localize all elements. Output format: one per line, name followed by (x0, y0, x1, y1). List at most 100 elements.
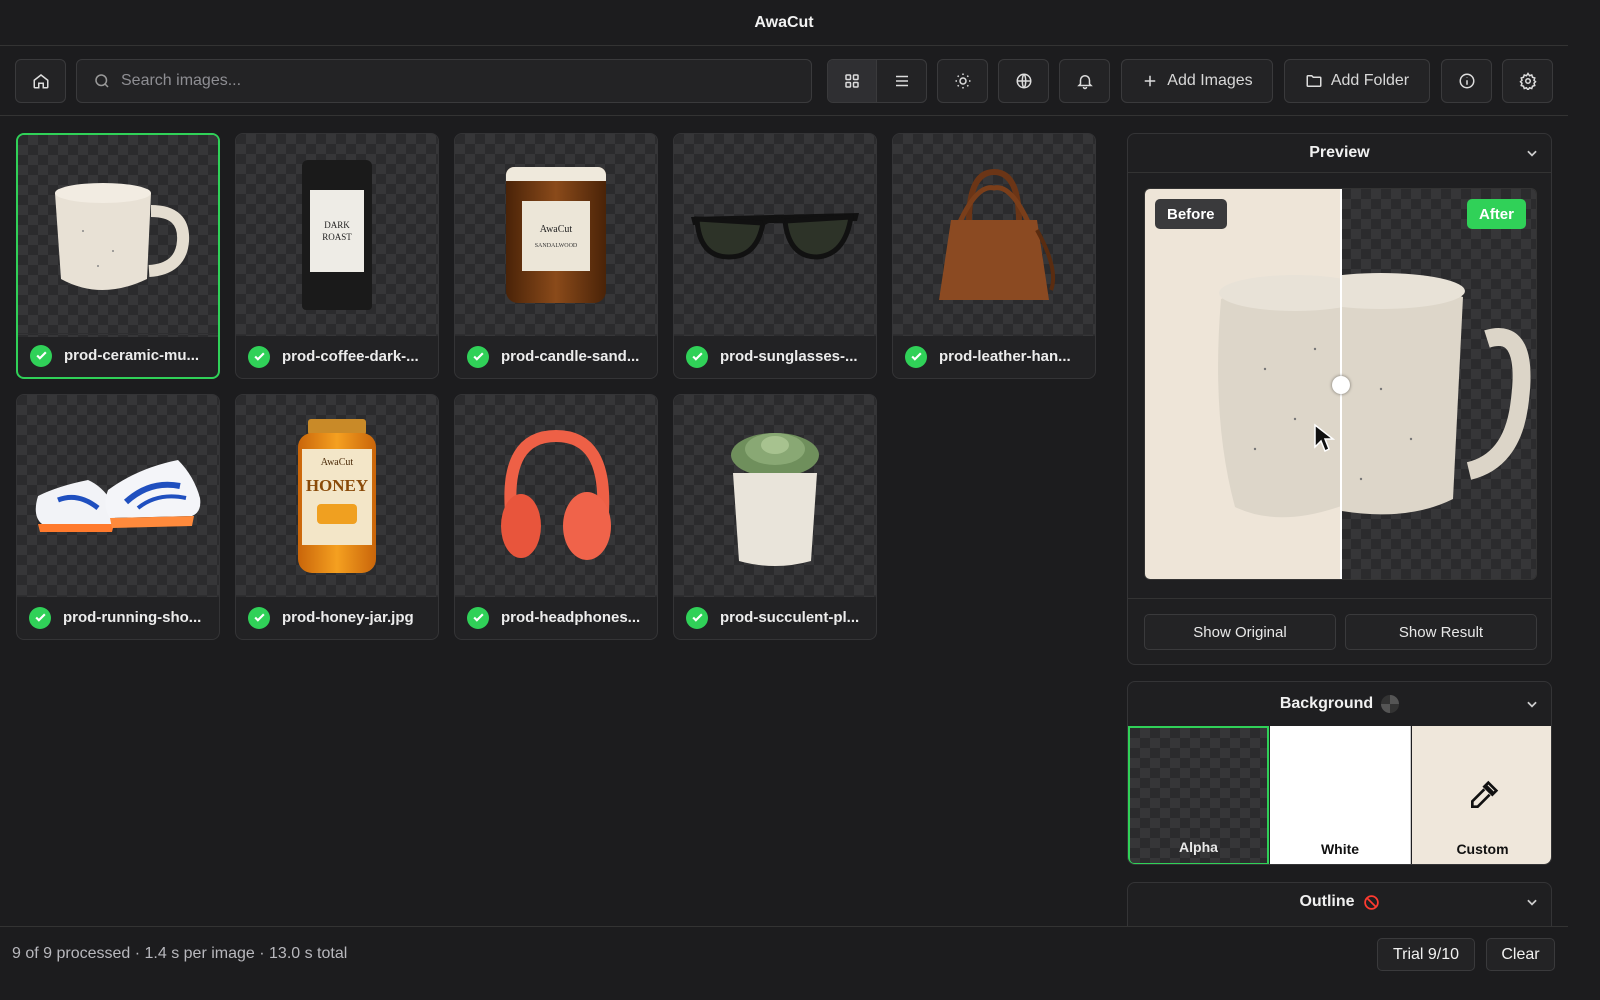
mug-image (55, 183, 190, 290)
globe-icon (1016, 73, 1031, 89)
plus-icon (1145, 75, 1156, 87)
grid-view-icon (845, 74, 859, 88)
split-handle[interactable] (1332, 376, 1350, 394)
file-name: prod-sunglasses-... (720, 348, 858, 365)
candle-scent-text: SANDALWOOD (534, 242, 578, 249)
file-name: prod-candle-sand... (501, 348, 640, 365)
background-option-white[interactable]: White (1270, 726, 1411, 864)
search-input[interactable] (121, 72, 801, 90)
image-thumbnail: AwaCut SANDALWOOD (455, 134, 657, 336)
search-bar[interactable] (76, 59, 812, 103)
file-name: prod-running-sho... (63, 609, 202, 626)
image-thumbnail (893, 134, 1095, 336)
check-icon (248, 345, 270, 368)
home-icon (33, 74, 48, 89)
file-name: prod-headphones... (501, 609, 641, 626)
succulent-image (731, 433, 819, 566)
notifications-button[interactable] (1059, 59, 1110, 103)
image-card[interactable]: prod-running-sho... (16, 394, 220, 640)
list-view-button[interactable] (877, 60, 926, 102)
option-label: Custom (1456, 841, 1509, 857)
image-thumbnail (674, 395, 876, 597)
background-header[interactable]: Background (1128, 682, 1551, 726)
file-name: prod-coffee-dark-... (282, 348, 419, 365)
before-after-compare[interactable]: Before After (1144, 188, 1537, 580)
candle-brand-text: AwaCut (539, 223, 573, 235)
preview-panel: Preview Before After Show Original Show … (1127, 133, 1552, 665)
file-name: prod-ceramic-mu... (64, 347, 200, 364)
cursor-icon (1314, 423, 1335, 453)
check-icon (248, 606, 270, 629)
option-label: Alpha (1179, 839, 1218, 855)
preview-header[interactable]: Preview (1128, 134, 1551, 172)
add-folder-label: Add Folder (1330, 72, 1410, 89)
handbag-image (939, 168, 1056, 300)
outline-header[interactable]: Outline (1128, 883, 1551, 921)
chevron-down-icon (1527, 899, 1537, 906)
transparency-icon (1381, 695, 1400, 713)
before-image (1145, 189, 1341, 579)
add-folder-button[interactable]: Add Folder (1284, 59, 1430, 103)
check-icon (686, 345, 708, 368)
file-name: prod-honey-jar.jpg (282, 609, 414, 626)
outline-title: Outline (1299, 893, 1355, 910)
honey-brand-text: AwaCut (320, 457, 354, 468)
image-thumbnail (674, 134, 876, 336)
home-button[interactable] (15, 59, 66, 103)
info-icon (1459, 73, 1474, 89)
image-card[interactable]: prod-ceramic-mu... (16, 133, 220, 379)
honey-jar-image: AwaCut HONEY (294, 419, 380, 573)
processing-summary: 9 of 9 processed · 1.4 s per image · 13.… (12, 945, 348, 962)
info-button[interactable] (1441, 59, 1492, 103)
add-images-button[interactable]: Add Images (1121, 59, 1273, 103)
view-toggle (827, 59, 927, 103)
check-icon (467, 345, 489, 368)
show-result-button[interactable]: Show Result (1345, 614, 1537, 650)
brightness-icon (955, 73, 970, 89)
trial-button[interactable]: Trial 9/10 (1377, 938, 1475, 971)
image-card[interactable]: prod-succulent-pl... (673, 394, 877, 640)
option-label: White (1320, 841, 1360, 857)
candle-image: AwaCut SANDALWOOD (506, 167, 606, 303)
clear-button[interactable]: Clear (1486, 938, 1555, 971)
background-option-alpha[interactable]: Alpha (1128, 726, 1269, 864)
background-option-custom[interactable]: Custom (1412, 726, 1551, 864)
before-badge: Before (1155, 199, 1227, 229)
background-panel: Background Alpha White Custom (1127, 681, 1552, 865)
status-bar: 9 of 9 processed · 1.4 s per image · 13.… (0, 926, 1568, 980)
image-thumbnail: DARK ROAST (236, 134, 438, 336)
image-thumbnail: AwaCut HONEY (236, 395, 438, 597)
background-title: Background (1279, 695, 1374, 712)
chevron-down-icon (1527, 150, 1537, 157)
running-shoes-image (35, 460, 201, 532)
language-button[interactable] (998, 59, 1049, 103)
image-card[interactable]: AwaCut SANDALWOOD prod-candle-sand... (454, 133, 658, 379)
grid-view-button[interactable] (828, 60, 877, 102)
image-card[interactable]: AwaCut HONEY prod-honey-jar.jpg (235, 394, 439, 640)
image-card[interactable]: DARK ROAST prod-coffee-dark-... (235, 133, 439, 379)
check-icon (29, 606, 51, 629)
check-icon (30, 344, 52, 367)
bell-icon (1076, 75, 1093, 90)
headphones-image (501, 429, 611, 560)
check-icon (905, 345, 927, 368)
image-card[interactable]: prod-headphones... (454, 394, 658, 640)
check-icon (686, 606, 708, 629)
after-image (1341, 189, 1536, 579)
gear-icon (1518, 72, 1537, 90)
settings-button[interactable] (1502, 59, 1553, 103)
image-card[interactable]: prod-sunglasses-... (673, 133, 877, 379)
image-thumbnail (455, 395, 657, 597)
disabled-icon (1363, 894, 1379, 910)
image-thumbnail (17, 395, 219, 597)
image-thumbnail (18, 135, 218, 337)
after-badge: After (1466, 199, 1526, 229)
theme-button[interactable] (937, 59, 988, 103)
honey-word-text: HONEY (305, 476, 369, 495)
search-icon (95, 74, 109, 88)
check-icon (467, 606, 489, 629)
image-card[interactable]: prod-leather-han... (892, 133, 1096, 379)
coffee-bag-image: DARK ROAST (302, 160, 372, 310)
show-original-button[interactable]: Show Original (1144, 614, 1336, 650)
eyedropper-icon (1471, 780, 1499, 808)
